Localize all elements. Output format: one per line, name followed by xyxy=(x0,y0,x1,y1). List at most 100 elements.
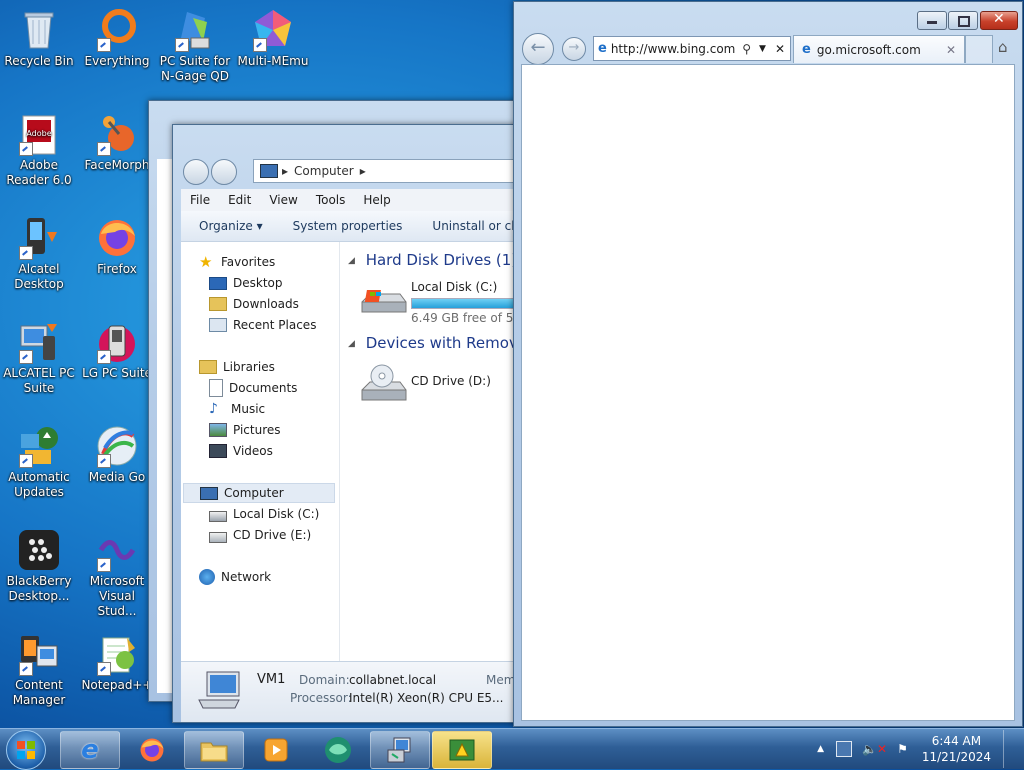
nav-documents[interactable]: Documents xyxy=(209,378,297,398)
alcatel-pc-suite-icon[interactable]: ALCATEL PC Suite xyxy=(0,320,78,396)
ie-page-icon: e xyxy=(598,41,607,56)
nav-label: Computer xyxy=(224,486,284,500)
taskbar-firefox-button[interactable] xyxy=(122,731,182,769)
icon-label: Microsoft Visual Stud... xyxy=(89,574,145,618)
nav-label: CD Drive (E:) xyxy=(233,528,312,542)
nav-libraries[interactable]: Libraries xyxy=(199,357,275,377)
computer-settings-icon xyxy=(387,737,411,763)
icon-label: PC Suite for N-Gage QD xyxy=(159,54,231,83)
search-icon[interactable]: ⚲ xyxy=(742,42,751,56)
ie-address-bar[interactable]: e http://www.bing.com ⚲ ▼ ✕ xyxy=(593,36,791,61)
new-tab-button[interactable] xyxy=(965,35,993,63)
recycle-bin-icon[interactable]: Recycle Bin xyxy=(0,8,78,69)
system-properties-button[interactable]: System properties xyxy=(293,219,403,233)
menu-help[interactable]: Help xyxy=(363,193,390,207)
taskbar-app-button[interactable] xyxy=(308,731,368,769)
pc-suite-ngage-icon[interactable]: PC Suite for N-Gage QD xyxy=(156,8,234,84)
icon-label: Firefox xyxy=(97,262,137,276)
url-input[interactable]: http://www.bing.com xyxy=(611,42,738,56)
volume-muted-icon[interactable]: 🔈✕ xyxy=(862,742,887,756)
nav-recent-places[interactable]: Recent Places xyxy=(209,315,316,335)
nav-label: Favorites xyxy=(221,255,276,269)
facemorph-icon[interactable]: FaceMorph xyxy=(78,112,156,173)
nav-cd-drive-e[interactable]: CD Drive (E:) xyxy=(209,525,311,545)
nav-downloads[interactable]: Downloads xyxy=(209,294,299,314)
removable-section-header[interactable]: ◢ Devices with Removab xyxy=(348,334,518,352)
nav-music[interactable]: ♪ Music xyxy=(209,399,265,419)
multi-memu-icon[interactable]: Multi-MEmu xyxy=(234,8,312,69)
menu-bar: File Edit View Tools Help xyxy=(181,189,518,211)
minimize-button[interactable] xyxy=(917,11,947,30)
ie-page-content[interactable] xyxy=(521,64,1015,721)
show-hidden-icons-icon[interactable]: ▲ xyxy=(817,744,824,754)
back-button[interactable] xyxy=(183,159,209,185)
drive-c-free: 6.49 GB free of 59.8 xyxy=(411,311,518,325)
close-button[interactable]: ✕ xyxy=(980,11,1018,30)
taskbar-system-button[interactable] xyxy=(370,731,430,769)
ie-back-button[interactable]: ← xyxy=(522,33,554,65)
nav-network[interactable]: Network xyxy=(199,567,271,587)
firefox-icon[interactable]: Firefox xyxy=(78,216,156,277)
blackberry-desktop-icon[interactable]: BlackBerry Desktop... xyxy=(0,528,78,604)
nav-desktop[interactable]: Desktop xyxy=(209,273,283,293)
libraries-icon xyxy=(199,360,217,374)
forward-button[interactable] xyxy=(211,159,237,185)
menu-edit[interactable]: Edit xyxy=(228,193,251,207)
taskbar-update-button[interactable] xyxy=(432,731,492,769)
nav-label: Videos xyxy=(233,444,273,458)
tab-close-icon[interactable]: ✕ xyxy=(946,43,956,57)
details-pane: VM1 Domain: collabnet.local Mem Processo… xyxy=(181,661,518,722)
nav-pictures[interactable]: Pictures xyxy=(209,420,281,440)
content-manager-icon[interactable]: Content Manager xyxy=(0,632,78,708)
taskbar-explorer-button[interactable] xyxy=(184,731,244,769)
nav-local-disk[interactable]: Local Disk (C:) xyxy=(209,504,319,524)
explorer-titlebar[interactable]: ▸ Computer ▸ xyxy=(173,125,523,185)
restore-button[interactable] xyxy=(948,11,978,30)
drive-c-name: Local Disk (C:) xyxy=(411,280,498,294)
breadcrumb-computer[interactable]: Computer xyxy=(294,164,354,178)
ie-tab[interactable]: e go.microsoft.com ✕ xyxy=(793,35,965,63)
stop-icon[interactable]: ✕ xyxy=(775,42,785,56)
action-center-flag-icon[interactable]: ⚑ xyxy=(897,742,908,756)
organize-button[interactable]: Organize ▾ xyxy=(199,219,263,233)
home-icon[interactable]: ⌂ xyxy=(998,38,1016,56)
hdd-section-header[interactable]: ◢ Hard Disk Drives (1) xyxy=(348,251,517,269)
domain-label: Domain: xyxy=(299,673,350,687)
drive-item-d[interactable]: CD Drive (D:) xyxy=(358,364,518,410)
breadcrumb-arrow-icon: ▸ xyxy=(282,164,289,178)
nav-computer[interactable]: Computer xyxy=(183,483,335,503)
internet-explorer-window[interactable]: ✕ ← → e http://www.bing.com ⚲ ▼ ✕ e go.m… xyxy=(513,1,1023,727)
media-go-icon[interactable]: Media Go xyxy=(78,424,156,485)
explorer-window[interactable]: ▸ Computer ▸ File Edit View Tools Help O… xyxy=(172,124,523,723)
clock[interactable]: 6:44 AM 11/21/2024 xyxy=(922,733,991,765)
nav-label: Downloads xyxy=(233,297,299,311)
visual-studio-icon[interactable]: Microsoft Visual Stud... xyxy=(78,528,156,619)
lg-pc-suite-icon[interactable]: LG PC Suite xyxy=(78,320,156,381)
icon-label: Media Go xyxy=(88,470,146,484)
dropdown-icon[interactable]: ▼ xyxy=(759,44,766,54)
adobe-reader-icon[interactable]: Adobe Adobe Reader 6.0 xyxy=(0,112,78,188)
folder-icon xyxy=(200,742,228,762)
alcatel-desktop-icon[interactable]: Alcatel Desktop xyxy=(0,216,78,292)
menu-view[interactable]: View xyxy=(269,193,297,207)
taskbar-ie-button[interactable]: e xyxy=(60,731,120,769)
cd-drive-icon xyxy=(209,531,227,543)
start-button[interactable] xyxy=(6,730,46,770)
nav-label: Desktop xyxy=(233,276,283,290)
address-bar[interactable]: ▸ Computer ▸ xyxy=(253,159,523,183)
menu-tools[interactable]: Tools xyxy=(316,193,346,207)
close-icon: ✕ xyxy=(993,11,1005,27)
everything-icon[interactable]: Everything xyxy=(78,8,156,69)
show-desktop-button[interactable] xyxy=(1003,730,1016,768)
ie-forward-button[interactable]: → xyxy=(562,37,586,61)
automatic-updates-icon[interactable]: Automatic Updates xyxy=(0,424,78,500)
drive-item-c[interactable]: Local Disk (C:) 6.49 GB free of 59.8 xyxy=(358,280,518,326)
notepad-plus-plus-icon[interactable]: Notepad++ xyxy=(78,632,156,693)
nav-favorites[interactable]: ★ Favorites xyxy=(199,252,275,272)
menu-file[interactable]: File xyxy=(190,193,210,207)
network-tray-icon[interactable] xyxy=(836,741,853,757)
nav-videos[interactable]: Videos xyxy=(209,441,273,461)
uninstall-program-button[interactable]: Uninstall or change xyxy=(432,219,518,233)
globe-app-icon xyxy=(325,737,351,763)
taskbar-media-player-button[interactable] xyxy=(246,731,306,769)
